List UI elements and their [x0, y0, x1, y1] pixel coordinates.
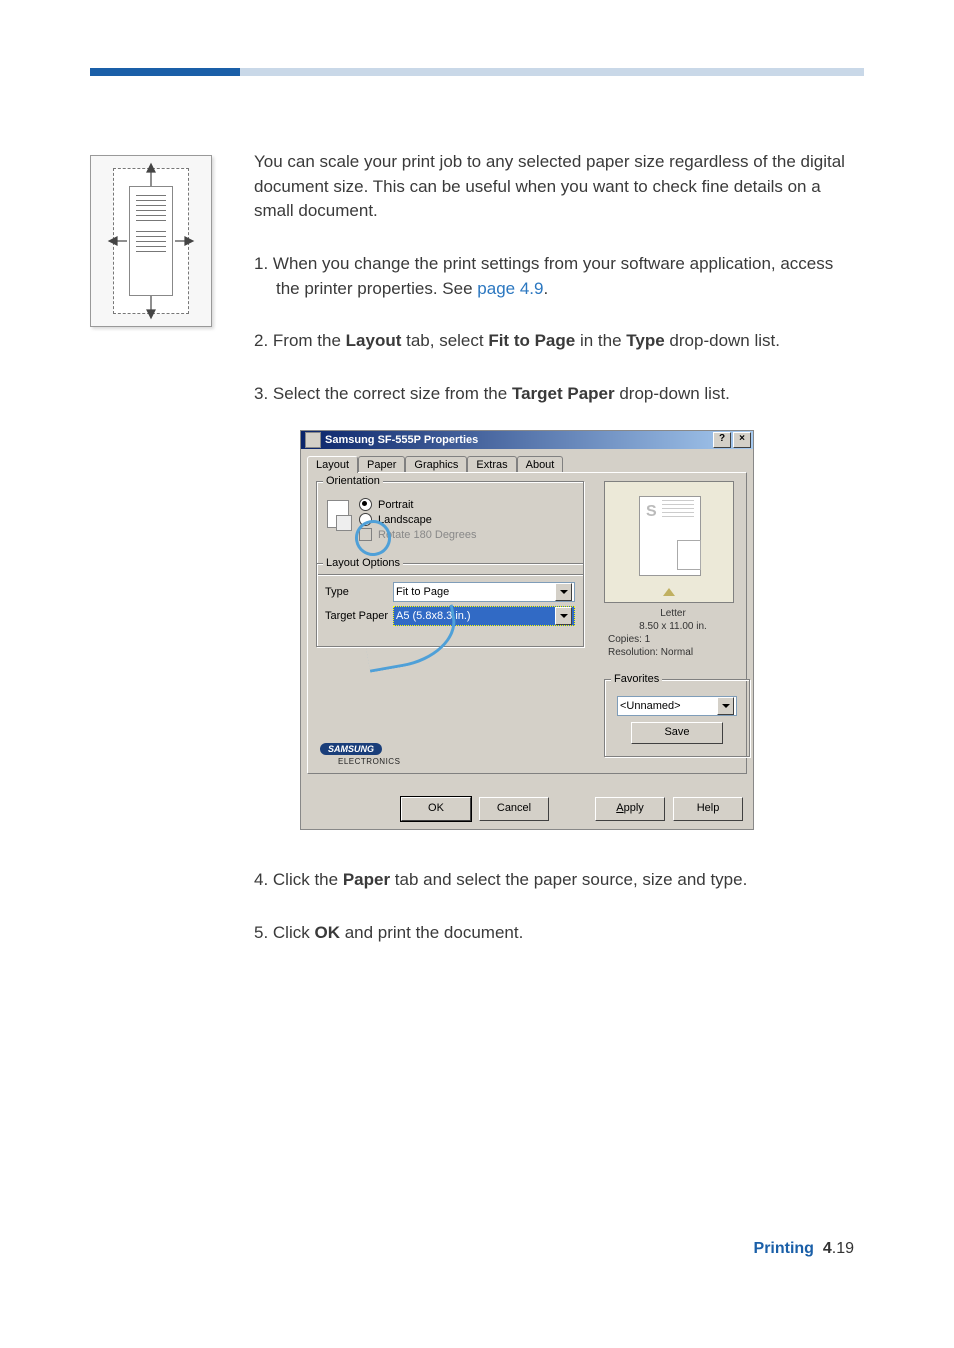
dialog-titlebar[interactable]: Samsung SF-555P Properties ? ×: [301, 431, 753, 449]
step-5: 5. Click OK and print the document.: [254, 921, 854, 946]
tab-extras[interactable]: Extras: [467, 456, 516, 473]
orientation-icon: [327, 500, 349, 528]
layout-options-legend: Layout Options: [323, 557, 403, 569]
titlebar-close-button[interactable]: ×: [733, 432, 751, 448]
tab-about[interactable]: About: [517, 456, 564, 473]
page-top-rule: [90, 68, 864, 76]
dialog-tabs: Layout Paper Graphics Extras About: [301, 449, 753, 472]
intro-paragraph: You can scale your print job to any sele…: [254, 150, 854, 224]
brand-logo: SAMSUNG ELECTRONICS: [320, 743, 400, 767]
preview-info: Letter 8.50 x 11.00 in. Copies: 1 Resolu…: [608, 607, 738, 659]
favorites-save-button[interactable]: Save: [631, 722, 723, 744]
step-1: 1. When you change the print settings fr…: [254, 252, 854, 301]
printer-properties-dialog: Samsung SF-555P Properties ? × Layout Pa…: [300, 430, 754, 830]
target-paper-dropdown[interactable]: A5 (5.8x8.3 in.): [393, 606, 575, 626]
favorites-group: Favorites <Unnamed> Save: [604, 679, 750, 757]
favorites-dropdown[interactable]: <Unnamed>: [617, 696, 737, 716]
chevron-down-icon[interactable]: [717, 697, 734, 715]
page-preview: S: [604, 481, 734, 603]
chevron-down-icon[interactable]: [555, 583, 572, 601]
page-footer: Printing 4.19: [754, 1240, 854, 1258]
titlebar-help-button[interactable]: ?: [713, 432, 731, 448]
radio-landscape[interactable]: Landscape: [359, 513, 575, 526]
scale-arrows-icon: [91, 156, 211, 326]
apply-button[interactable]: Apply: [595, 797, 665, 821]
target-paper-label: Target Paper: [325, 610, 393, 622]
page-ref-link[interactable]: page 4.9: [477, 279, 543, 298]
step-2: 2. From the Layout tab, select Fit to Pa…: [254, 329, 854, 354]
fit-to-page-illustration: [90, 155, 212, 327]
type-label: Type: [325, 586, 393, 598]
tab-graphics[interactable]: Graphics: [405, 456, 467, 473]
help-button[interactable]: Help: [673, 797, 743, 821]
tab-layout[interactable]: Layout: [307, 456, 358, 473]
tab-paper[interactable]: Paper: [358, 456, 405, 473]
checkbox-rotate-180: Rotate 180 Degrees: [359, 528, 575, 541]
favorites-legend: Favorites: [611, 673, 662, 685]
radio-portrait[interactable]: Portrait: [359, 498, 575, 511]
fit-arrow-icon: [663, 588, 675, 596]
step-3: 3. Select the correct size from the Targ…: [254, 382, 854, 407]
dialog-title: Samsung SF-555P Properties: [325, 434, 478, 446]
chevron-down-icon[interactable]: [555, 607, 572, 625]
orientation-legend: Orientation: [323, 475, 383, 487]
ok-button[interactable]: OK: [401, 797, 471, 821]
step-4: 4. Click the Paper tab and select the pa…: [254, 868, 854, 893]
titlebar-app-icon: [305, 432, 321, 448]
type-dropdown[interactable]: Fit to Page: [393, 582, 575, 602]
cancel-button[interactable]: Cancel: [479, 797, 549, 821]
layout-options-group: Layout Options Type Fit to Page Target P…: [316, 563, 584, 647]
